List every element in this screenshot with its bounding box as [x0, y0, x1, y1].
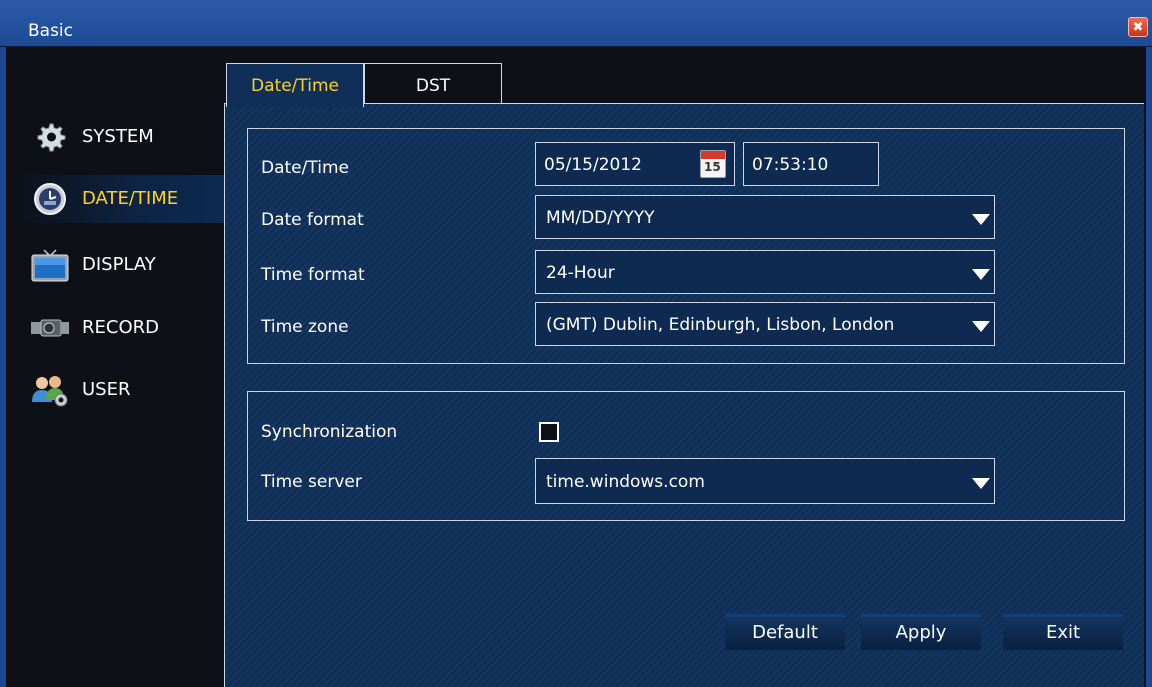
chevron-down-icon [972, 321, 990, 332]
time-server-value: time.windows.com [546, 472, 705, 492]
sidebar-item-display[interactable]: DISPLAY [12, 241, 224, 289]
time-format-label: Time format [261, 265, 365, 285]
time-server-select[interactable]: time.windows.com [535, 458, 995, 504]
main-panel: Date/Time 05/15/2012 15 07:53:10 Date fo… [224, 103, 1144, 687]
window-title: Basic [28, 21, 74, 41]
time-zone-label: Time zone [261, 317, 349, 337]
close-icon: ✖ [1132, 20, 1144, 35]
sidebar-item-datetime[interactable]: DATE/TIME [12, 175, 224, 223]
gear-icon [30, 121, 70, 153]
date-field[interactable]: 05/15/2012 15 [535, 142, 735, 186]
apply-button[interactable]: Apply [861, 614, 981, 650]
time-server-label: Time server [261, 472, 362, 492]
synchronization-checkbox[interactable] [539, 422, 559, 442]
chevron-down-icon [972, 269, 990, 280]
date-value: 05/15/2012 [544, 155, 642, 175]
users-icon [30, 374, 70, 407]
datetime-label: Date/Time [261, 158, 349, 178]
calendar-day: 15 [704, 160, 721, 174]
calendar-icon[interactable]: 15 [700, 150, 726, 178]
basic-window: Basic ✖ SYSTEM DATE/TIME DISPLAY RECORD … [0, 0, 1152, 687]
sidebar-item-label: DATE/TIME [82, 188, 179, 209]
sidebar-item-record[interactable]: RECORD [12, 304, 224, 352]
time-field[interactable]: 07:53:10 [743, 142, 879, 186]
sidebar-item-label: USER [82, 379, 131, 400]
camera-icon [30, 312, 70, 344]
exit-button[interactable]: Exit [1003, 614, 1123, 650]
time-zone-value: (GMT) Dublin, Edinburgh, Lisbon, London [546, 315, 895, 335]
sidebar-item-label: DISPLAY [82, 254, 156, 275]
window-frame-right [1146, 47, 1152, 687]
time-zone-select[interactable]: (GMT) Dublin, Edinburgh, Lisbon, London [535, 302, 995, 346]
default-button[interactable]: Default [725, 614, 845, 650]
time-value: 07:53:10 [752, 155, 829, 175]
time-format-value: 24-Hour [546, 263, 615, 283]
sidebar-item-label: RECORD [82, 317, 159, 338]
chevron-down-icon [972, 478, 990, 489]
sidebar-item-system[interactable]: SYSTEM [12, 113, 224, 161]
chevron-down-icon [972, 214, 990, 225]
sidebar: SYSTEM DATE/TIME DISPLAY RECORD USER [6, 47, 224, 687]
title-bar: Basic ✖ [0, 0, 1152, 47]
sidebar-item-user[interactable]: USER [12, 366, 224, 414]
date-format-select[interactable]: MM/DD/YYYY [535, 195, 995, 239]
time-format-select[interactable]: 24-Hour [535, 250, 995, 294]
sidebar-item-label: SYSTEM [82, 126, 154, 147]
date-format-value: MM/DD/YYYY [546, 208, 655, 228]
clock-icon [30, 183, 70, 215]
synchronization-label: Synchronization [261, 422, 398, 442]
monitor-icon [30, 249, 70, 282]
date-format-label: Date format [261, 210, 364, 230]
tab-dst[interactable]: DST [364, 63, 502, 105]
tab-datetime[interactable]: Date/Time [226, 63, 364, 107]
close-button[interactable]: ✖ [1128, 17, 1148, 37]
